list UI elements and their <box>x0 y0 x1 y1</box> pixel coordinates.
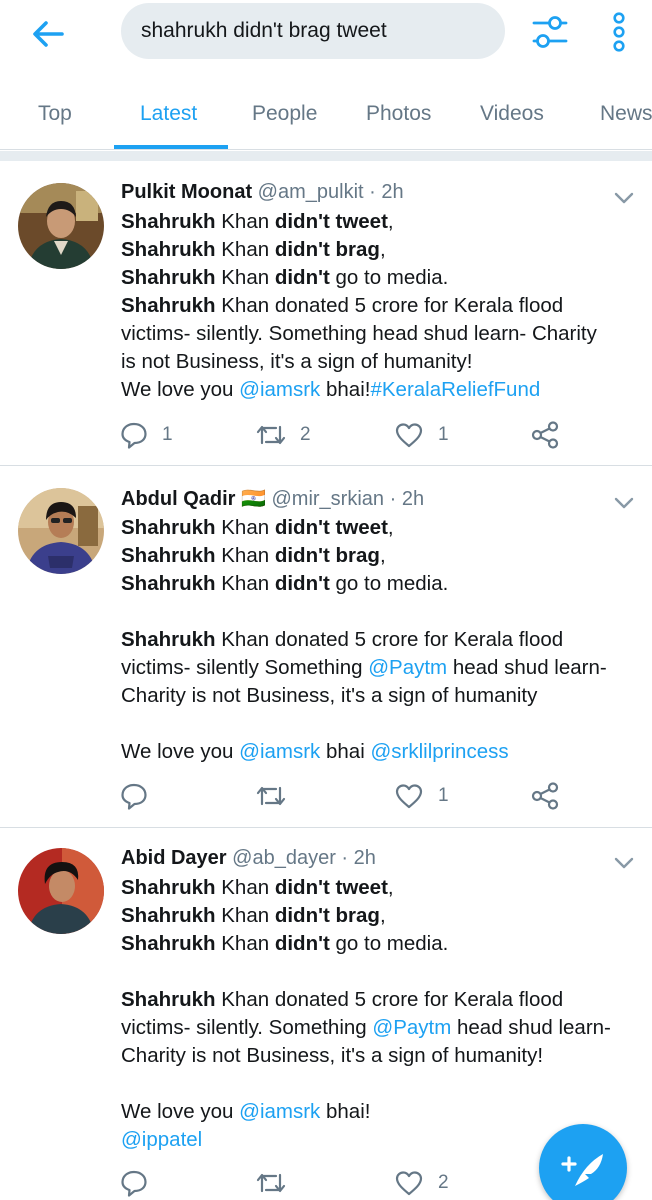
reply-button[interactable] <box>120 1163 162 1200</box>
retweet-icon <box>256 1173 286 1193</box>
author-handle[interactable]: @mir_srkian <box>271 488 384 510</box>
reply-count: 1 <box>162 424 173 445</box>
author-handle[interactable]: @am_pulkit <box>258 181 364 203</box>
feed-separator <box>0 151 652 161</box>
top-bar <box>0 0 652 72</box>
tab-people[interactable]: People <box>252 102 317 126</box>
retweet-icon <box>256 425 286 445</box>
chevron-down-icon[interactable] <box>612 854 636 872</box>
share-button[interactable] <box>530 415 560 455</box>
share-icon <box>531 421 559 449</box>
tweet-text: Shahrukh Khan didn't tweet, Shahrukh Kha… <box>121 876 611 1151</box>
search-filter-button[interactable] <box>528 10 572 54</box>
like-button[interactable]: 1 <box>394 776 449 816</box>
tweet[interactable]: Pulkit Moonat @am_pulkit · 2h Shahrukh K… <box>0 161 652 466</box>
separator-dot: · <box>369 181 376 203</box>
tweet-actions: 1 2 1 <box>0 415 652 455</box>
search-input[interactable] <box>121 3 505 59</box>
like-count: 1 <box>438 785 449 806</box>
mention-link[interactable]: @Paytm <box>372 1016 451 1039</box>
retweet-icon <box>256 786 286 806</box>
heart-icon <box>395 423 423 448</box>
retweet-button[interactable] <box>256 776 300 816</box>
avatar[interactable] <box>18 848 104 934</box>
tab-top[interactable]: Top <box>38 102 72 126</box>
like-button[interactable]: 2 <box>394 1163 449 1200</box>
mention-link[interactable]: @iamsrk <box>239 378 320 401</box>
mention-link[interactable]: @ippatel <box>121 1128 202 1151</box>
search-tabs: Top Latest People Photos Videos News <box>0 88 652 150</box>
separator-dot: · <box>389 488 397 510</box>
compose-feather-icon <box>561 1154 603 1186</box>
reply-button[interactable] <box>120 776 162 816</box>
mention-link[interactable]: @iamsrk <box>239 740 320 763</box>
reply-button[interactable]: 1 <box>120 415 173 455</box>
tweet-header: Abdul Qadir 🇮🇳 @mir_srkian · 2h <box>121 486 424 511</box>
arrow-left-icon <box>33 21 64 47</box>
mention-link[interactable]: @srklilprincess <box>370 740 508 763</box>
hashtag-link[interactable]: #KeralaReliefFund <box>370 378 540 401</box>
retweet-button[interactable] <box>256 1163 300 1200</box>
back-button[interactable] <box>28 14 68 54</box>
tweet-header: Pulkit Moonat @am_pulkit · 2h <box>121 181 404 204</box>
share-icon <box>531 782 559 810</box>
mention-link[interactable]: @Paytm <box>368 656 447 679</box>
author-handle[interactable]: @ab_dayer <box>232 847 336 869</box>
tweet-time: 2h <box>401 488 425 510</box>
reply-bubble-icon <box>121 422 147 449</box>
chevron-down-icon[interactable] <box>612 189 636 207</box>
tab-latest[interactable]: Latest <box>140 102 197 126</box>
vertical-dots-icon <box>613 12 625 52</box>
retweet-button[interactable]: 2 <box>256 415 311 455</box>
tweet-text: Shahrukh Khan didn't tweet, Shahrukh Kha… <box>121 210 597 401</box>
tweet-actions: 1 <box>0 776 652 816</box>
separator-dot: · <box>341 847 349 869</box>
tweet-header: Abid Dayer @ab_dayer · 2h <box>121 847 376 870</box>
author-name[interactable]: Abdul Qadir <box>121 488 235 510</box>
compose-tweet-button[interactable] <box>539 1124 627 1200</box>
like-count: 1 <box>438 424 449 445</box>
tab-videos[interactable]: Videos <box>480 102 544 126</box>
reply-bubble-icon <box>121 783 147 810</box>
heart-icon <box>395 1171 423 1196</box>
author-name[interactable]: Pulkit Moonat <box>121 181 252 203</box>
tweet-time: 2h <box>353 847 376 869</box>
heart-icon <box>395 784 423 809</box>
author-name[interactable]: Abid Dayer <box>121 847 227 869</box>
retweet-count: 2 <box>300 424 311 445</box>
tab-news[interactable]: News <box>600 102 652 126</box>
reply-bubble-icon <box>121 1170 147 1197</box>
like-count: 2 <box>438 1172 449 1193</box>
share-button[interactable] <box>530 776 560 816</box>
more-options-button[interactable] <box>602 10 636 54</box>
tweet-text: Shahrukh Khan didn't tweet, Shahrukh Kha… <box>121 516 607 763</box>
mention-link[interactable]: @iamsrk <box>239 1100 320 1123</box>
avatar[interactable] <box>18 183 104 269</box>
tab-photos[interactable]: Photos <box>366 102 431 126</box>
like-button[interactable]: 1 <box>394 415 449 455</box>
avatar[interactable] <box>18 488 104 574</box>
tweet-time: 2h <box>381 181 404 203</box>
sliders-icon <box>532 16 568 48</box>
chevron-down-icon[interactable] <box>612 494 636 512</box>
india-flag-icon: 🇮🇳 <box>241 488 266 510</box>
active-tab-indicator <box>114 145 228 149</box>
search-field[interactable] <box>121 3 505 59</box>
tweet[interactable]: Abdul Qadir 🇮🇳 @mir_srkian · 2h Shahrukh… <box>0 466 652 828</box>
